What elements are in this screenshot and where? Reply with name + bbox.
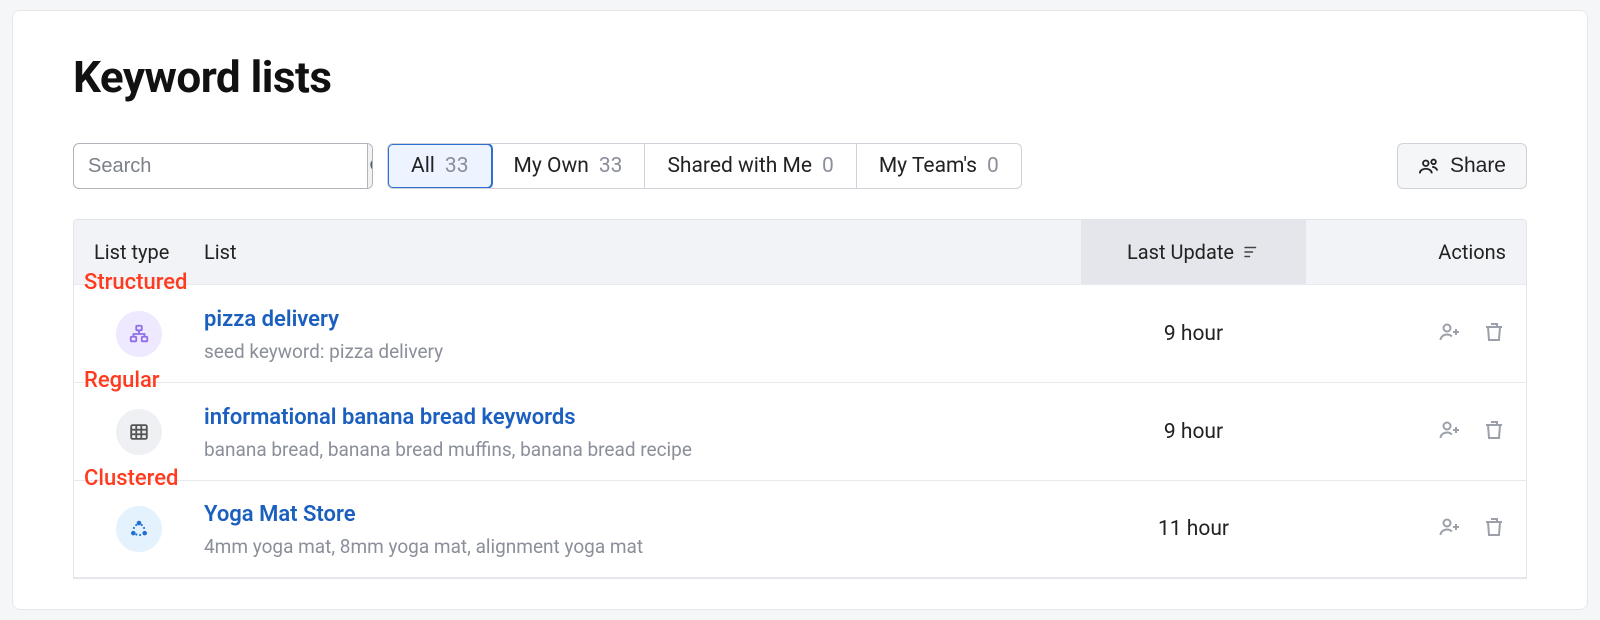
list-subtitle: 4mm yoga mat, 8mm yoga mat, alignment yo…	[204, 534, 1081, 560]
list-type-cell	[74, 506, 204, 552]
tab-label: Shared with Me	[667, 154, 812, 178]
col-last-update[interactable]: Last Update	[1081, 220, 1306, 284]
col-list-type[interactable]: List type	[74, 240, 204, 264]
keyword-lists-table: List type List Last Update Actions Struc…	[73, 219, 1527, 579]
tab-count: 0	[822, 154, 834, 178]
toolbar: All 33 My Own 33 Shared with Me 0 My Tea…	[73, 143, 1527, 189]
tab-label: All	[411, 154, 435, 178]
sort-desc-icon	[1242, 243, 1260, 261]
list-subtitle: banana bread, banana bread muffins, bana…	[204, 437, 1081, 463]
tab-label: My Team's	[879, 154, 977, 178]
last-update-cell: 9 hour	[1081, 420, 1306, 444]
trash-icon	[1482, 320, 1506, 344]
page-title: Keyword lists	[73, 51, 1527, 103]
table-row: Clustered Yoga Mat Store 4mm yoga mat, 8…	[74, 480, 1526, 578]
search-button[interactable]	[367, 144, 373, 188]
list-type-cell	[74, 409, 204, 455]
list-subtitle: seed keyword: pizza delivery	[204, 339, 1081, 365]
tab-shared-with-me[interactable]: Shared with Me 0	[645, 144, 856, 188]
table-header: List type List Last Update Actions	[74, 220, 1526, 284]
share-button[interactable]: Share	[1397, 143, 1527, 189]
share-label: Share	[1450, 154, 1506, 178]
filter-tabs: All 33 My Own 33 Shared with Me 0 My Tea…	[387, 143, 1022, 189]
list-name-link[interactable]: informational banana bread keywords	[204, 405, 576, 430]
col-last-update-label: Last Update	[1127, 240, 1234, 264]
tab-label: My Own	[514, 154, 589, 178]
tab-all[interactable]: All 33	[387, 143, 493, 189]
table-row: Regular informational banana bread keywo…	[74, 382, 1526, 480]
share-row-button[interactable]	[1438, 515, 1462, 543]
search-icon	[368, 156, 373, 176]
last-update-cell: 9 hour	[1081, 322, 1306, 346]
trash-icon	[1482, 418, 1506, 442]
person-add-icon	[1438, 320, 1462, 344]
person-add-icon	[1438, 515, 1462, 539]
list-type-cell	[74, 311, 204, 357]
share-row-button[interactable]	[1438, 418, 1462, 446]
tab-count: 33	[445, 154, 469, 178]
tab-count: 0	[987, 154, 999, 178]
trash-icon	[1482, 515, 1506, 539]
search-input[interactable]	[74, 144, 367, 188]
person-add-icon	[1438, 418, 1462, 442]
list-name-link[interactable]: Yoga Mat Store	[204, 502, 356, 527]
regular-list-icon	[116, 409, 162, 455]
tab-my-own[interactable]: My Own 33	[492, 144, 646, 188]
share-row-button[interactable]	[1438, 320, 1462, 348]
tab-count: 33	[599, 154, 623, 178]
last-update-cell: 11 hour	[1081, 517, 1306, 541]
col-list[interactable]: List	[204, 240, 1081, 264]
delete-row-button[interactable]	[1482, 320, 1506, 348]
delete-row-button[interactable]	[1482, 418, 1506, 446]
clustered-list-icon	[116, 506, 162, 552]
table-row: Structured pizza delivery seed keyword: …	[74, 284, 1526, 382]
search-field[interactable]	[73, 143, 373, 189]
tab-my-teams[interactable]: My Team's 0	[857, 144, 1021, 188]
col-actions: Actions	[1306, 240, 1526, 264]
people-icon	[1418, 155, 1440, 177]
delete-row-button[interactable]	[1482, 515, 1506, 543]
list-name-link[interactable]: pizza delivery	[204, 307, 339, 332]
structured-list-icon	[116, 311, 162, 357]
